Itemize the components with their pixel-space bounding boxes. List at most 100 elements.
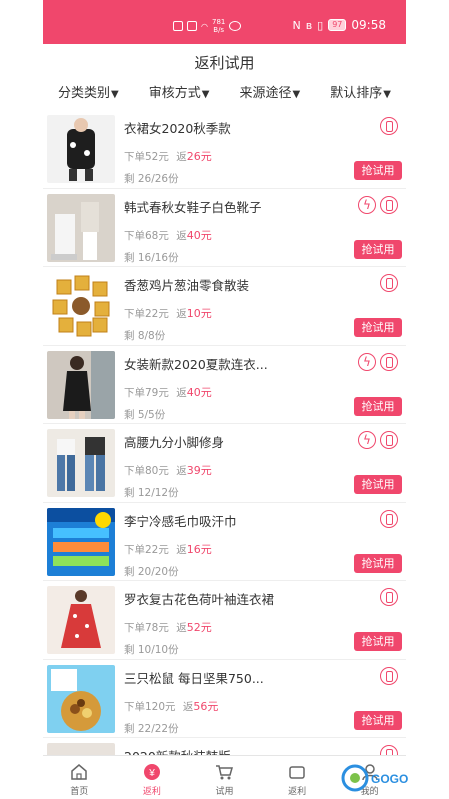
price-line: 下单80元 返39元 [124,462,212,478]
order-price: 下单52元 [124,151,169,163]
dropdown-arrow-icon: ▼ [111,89,119,100]
order-price: 下单22元 [124,543,169,556]
network-speed: 781 B/s [211,18,226,34]
tab-label: 试用 [215,787,234,797]
rebate-prefix: 返 [176,543,187,556]
filter-label: 审核方式 [148,86,201,101]
grab-trial-button[interactable]: 抢试用 [354,318,402,337]
filter-label: 分类类别 [58,86,111,101]
grab-trial-button[interactable]: 抢试用 [354,632,402,651]
rebate-amount: 40元 [186,228,212,242]
list-item[interactable]: 韩式春秋女鞋子白色靴子 下单68元 返40元 剩 16/16份 抢试用 [43,189,406,267]
rebate-amount: 16元 [186,542,212,556]
grab-trial-button[interactable]: 抢试用 [354,396,402,416]
tab-rebate[interactable]: ¥ 返利 [116,756,189,799]
item-badges [358,431,398,449]
list-item[interactable]: 高腰九分小脚修身 下单80元 返39元 剩 12/12份 抢试用 [43,424,406,503]
price-line: 下单79元 返40元 [124,384,212,400]
rebate-amount: 56元 [193,699,219,713]
product-image[interactable] [47,507,115,576]
price-line: 下单78元 返52元 [124,619,212,635]
mobile-only-icon [380,352,398,371]
wallet-icon [261,762,334,782]
order-price: 下单22元 [124,308,169,320]
remaining-count: 剩 20/20份 [124,565,179,578]
list-item[interactable]: 香葱鸡片葱油零食散装 下单22元 返10元 剩 8/8份 抢试用 [43,267,406,346]
list-item[interactable]: 2020新款秋装韩版 [43,738,406,755]
remaining-count: 剩 10/10份 [124,644,179,656]
filter-sort[interactable]: 默认排序▼ [315,82,406,110]
page-title: 返利试用 [194,54,255,72]
dropdown-arrow-icon: ▼ [383,89,391,100]
mobile-only-icon [380,274,398,292]
wifi-icon: ◠ [201,21,208,31]
mobile-only-icon [380,431,398,449]
tab-cart[interactable]: 试用 [188,756,261,799]
product-name: 衣裙女2020秋季款 [124,121,231,136]
tab-label: 返利 [142,787,161,797]
mobile-only-icon [380,509,398,528]
tab-home[interactable]: 首页 [43,756,116,799]
fast-review-icon [358,431,376,449]
price-line: 下单52元 返26元 [124,148,212,164]
filter-category[interactable]: 分类类别▼ [43,82,134,110]
status-bar: ◠ 781 B/s N ʙ ▯ 97 09:58 [43,0,406,44]
grab-trial-button[interactable]: 抢试用 [354,475,402,494]
order-price: 下单80元 [124,465,169,477]
mobile-only-icon [380,195,398,214]
product-name: 女装新款2020夏款连衣... [124,356,268,372]
cart-icon [188,762,261,782]
filter-review-method[interactable]: 审核方式▼ [134,82,225,110]
list-item[interactable]: 衣裙女2020秋季款 下单52元 返26元 剩 26/26份 抢试用 [43,110,406,189]
tab-label: 首页 [70,787,89,797]
grab-trial-button[interactable]: 抢试用 [354,239,402,259]
svg-text:GOGO: GOGO [371,772,408,786]
dropdown-arrow-icon: ▼ [292,89,301,100]
list-item[interactable]: 三只松鼠 每日坚果750... 下单120元 返56元 剩 22/22份 抢试用 [43,660,406,738]
remaining-count: 剩 5/5份 [124,408,166,421]
wechat-icon [229,21,242,31]
item-badges [358,195,398,214]
product-name: 罗衣复古花色荷叶袖连衣裙 [124,592,275,607]
item-badges [380,588,398,606]
rebate-amount: 10元 [186,307,212,320]
filter-source[interactable]: 来源途径▼ [225,82,316,110]
remaining-count: 剩 26/26份 [124,173,179,185]
dropdown-arrow-icon: ▼ [201,89,210,100]
product-image[interactable] [47,664,115,733]
order-price: 下单79元 [124,386,169,399]
remaining-count: 剩 12/12份 [124,487,179,499]
product-image[interactable] [47,743,115,755]
tab-wallet[interactable]: 返利 [261,756,334,799]
product-image[interactable] [47,350,115,419]
product-name: 韩式春秋女鞋子白色靴子 [124,199,262,215]
grab-trial-button[interactable]: 抢试用 [354,553,402,573]
rebate-prefix: 返 [176,465,187,477]
site-watermark-logo: GOGO [341,764,408,792]
product-name: 李宁冷感毛巾吸汗巾 [124,513,237,529]
product-image[interactable] [47,193,115,262]
filter-bar: 分类类别▼ 审核方式▼ 来源途径▼ 默认排序▼ [43,82,406,110]
order-price: 下单68元 [124,229,169,242]
list-item[interactable]: 罗衣复古花色荷叶袖连衣裙 下单78元 返52元 剩 10/10份 抢试用 [43,581,406,660]
item-badges [380,745,398,755]
clock: 09:58 [351,18,386,32]
grab-trial-button[interactable]: 抢试用 [354,710,402,730]
rebate-amount: 39元 [186,464,212,477]
rebate-prefix: 返 [176,151,187,163]
signal-icon [187,21,197,31]
product-image[interactable] [47,429,115,497]
item-badges [380,509,398,528]
list-item[interactable]: 女装新款2020夏款连衣... 下单79元 返40元 剩 5/5份 抢试用 [43,346,406,424]
grab-trial-button[interactable]: 抢试用 [354,161,402,180]
product-image[interactable] [47,115,115,183]
item-badges [380,117,398,135]
list-item[interactable]: 李宁冷感毛巾吸汗巾 下单22元 返16元 剩 20/20份 抢试用 [43,503,406,581]
price-line: 下单68元 返40元 [124,227,212,243]
product-image[interactable] [47,272,115,340]
bluetooth-icon: ʙ [305,18,313,32]
battery-indicator: 97 [328,19,347,31]
product-image[interactable] [47,586,115,654]
signal-icon [173,21,183,31]
price-line: 下单120元 返56元 [124,698,218,714]
